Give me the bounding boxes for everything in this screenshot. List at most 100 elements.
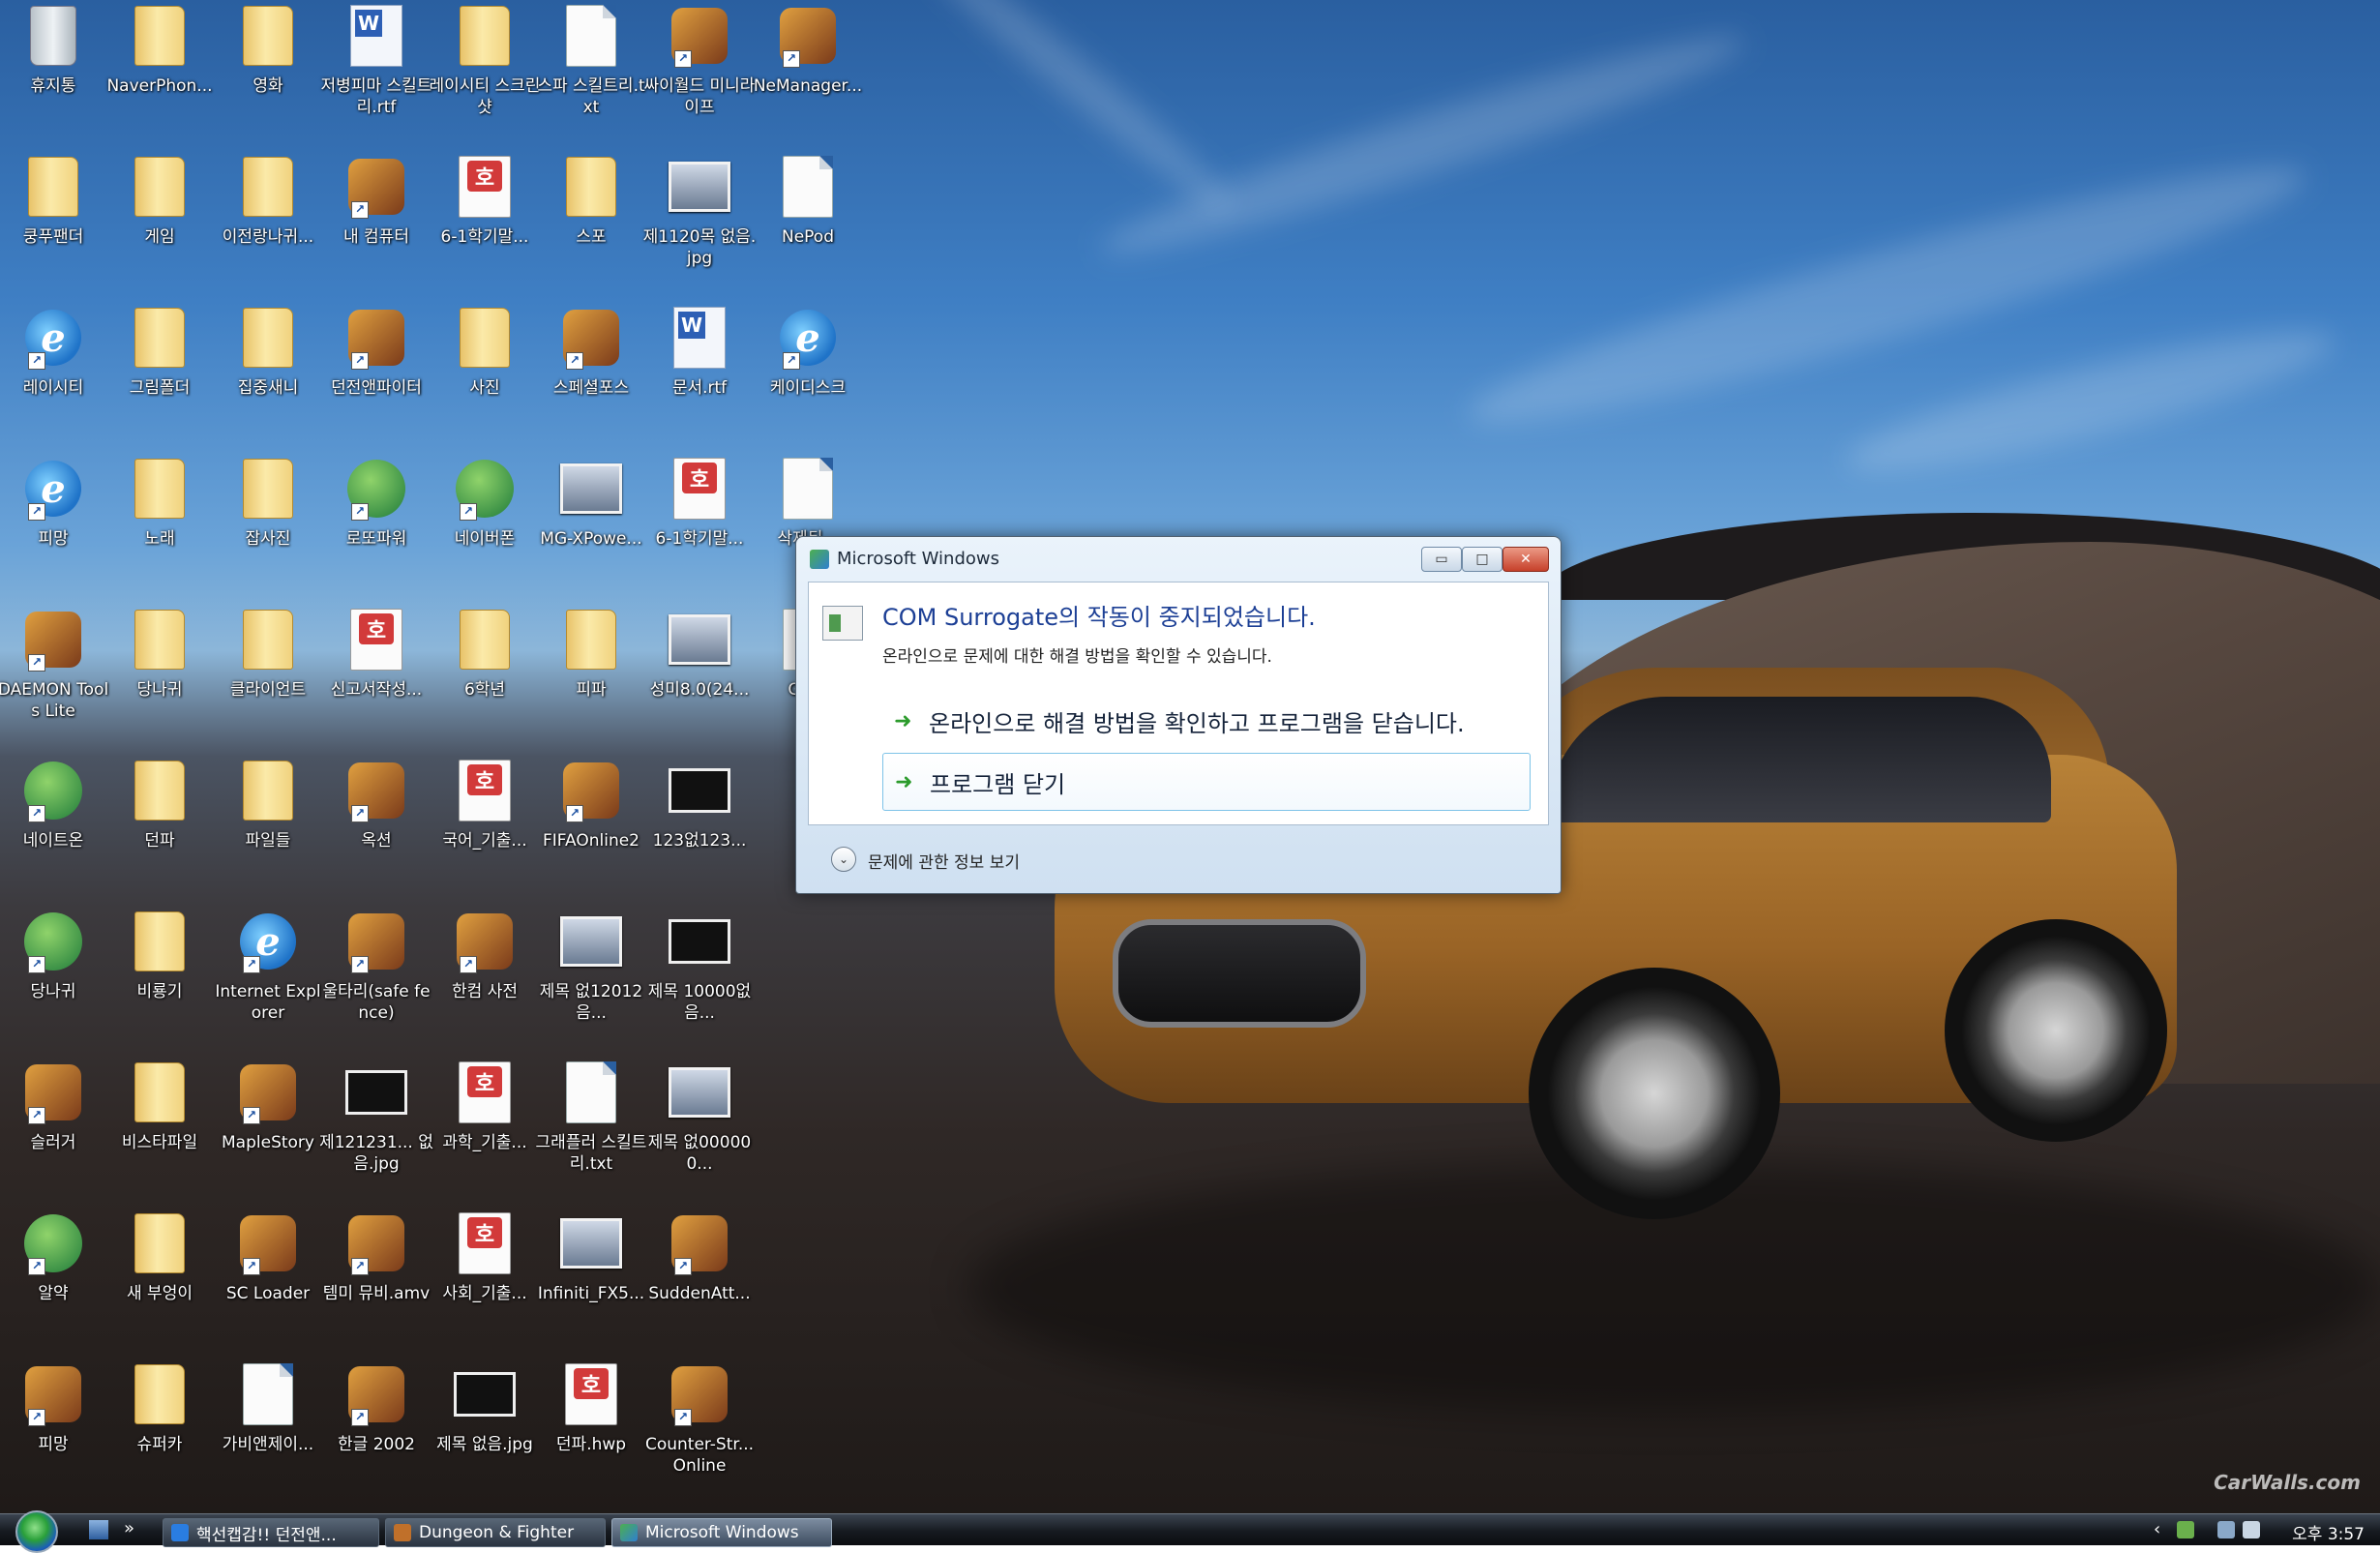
- desktop-icon[interactable]: e ↗ Internet Explorer: [215, 906, 321, 1057]
- desktop-icon[interactable]: 레이시티 스크린샷: [430, 0, 540, 151]
- start-button[interactable]: [15, 1510, 58, 1553]
- desktop-icon[interactable]: 제목 10000없음...: [646, 906, 753, 1057]
- desktop-icon[interactable]: 제목 없12012음...: [538, 906, 644, 1057]
- desktop-icon[interactable]: ↗ 네이버폰: [431, 453, 538, 604]
- desktop-icon[interactable]: 제121231... 없음.jpg: [319, 1057, 433, 1208]
- hwp-document-icon: 호: [454, 1211, 516, 1275]
- desktop-icon[interactable]: ↗ 한글 2002: [323, 1359, 430, 1509]
- desktop-icon[interactable]: e ↗ 피망: [0, 453, 106, 604]
- desktop-icon[interactable]: ↗ SC Loader: [215, 1208, 321, 1359]
- desktop-icon[interactable]: ↗ 울타리(safe fence): [322, 906, 431, 1057]
- desktop-icon[interactable]: 휴지통: [0, 0, 106, 151]
- check-online-option[interactable]: ➜ 온라인으로 해결 방법을 확인하고 프로그램을 닫습니다.: [882, 693, 1529, 749]
- desktop-icon[interactable]: 잡사진: [215, 453, 321, 604]
- folder-icon: [129, 759, 191, 822]
- desktop-icon[interactable]: ↗ 던전앤파이터: [323, 302, 430, 453]
- desktop-icon[interactable]: 던파: [106, 755, 213, 906]
- desktop-icon[interactable]: ↗ 로또파워: [323, 453, 430, 604]
- desktop-icon[interactable]: Infiniti_FX5...: [538, 1208, 644, 1359]
- close-program-label: 프로그램 닫기: [930, 770, 1066, 798]
- maximize-button[interactable]: □: [1462, 547, 1502, 572]
- tray-expand-button[interactable]: ‹: [2154, 1519, 2160, 1539]
- desktop-icon[interactable]: 호 6-1학기말...: [431, 151, 538, 302]
- desktop-icon[interactable]: ↗ 한컴 사전: [431, 906, 538, 1057]
- desktop-icon[interactable]: 슈퍼카: [106, 1359, 213, 1509]
- desktop-icon[interactable]: 호 6-1학기말...: [646, 453, 753, 604]
- desktop-icon[interactable]: ↗ NeManager...: [754, 0, 862, 151]
- close-program-option[interactable]: ➜ 프로그램 닫기: [882, 753, 1531, 811]
- desktop-icon[interactable]: ↗ 템미 뮤비.amv: [323, 1208, 430, 1359]
- desktop-icon[interactable]: 그래플러 스킬트리.txt: [536, 1057, 646, 1208]
- quicklaunch-more-button[interactable]: »: [124, 1520, 143, 1539]
- desktop-icon[interactable]: e ↗ 레이시티: [0, 302, 106, 453]
- desktop-icon[interactable]: 피파: [538, 604, 644, 755]
- desktop-icon[interactable]: ↗ 스페셜포스: [538, 302, 644, 453]
- desktop-icon[interactable]: 123없123...: [646, 755, 753, 906]
- desktop-icon[interactable]: 집중새니: [215, 302, 321, 453]
- desktop-icon[interactable]: ↗ 피망: [0, 1359, 106, 1509]
- close-button[interactable]: ✕: [1502, 547, 1549, 572]
- desktop-icon-label: 그래플러 스킬트리.txt: [535, 1133, 647, 1174]
- desktop-icon[interactable]: 노래: [106, 453, 213, 604]
- desktop-icon[interactable]: 6학년: [431, 604, 538, 755]
- desktop-icon[interactable]: 이전랑나귀...: [215, 151, 321, 302]
- chevron-down-icon[interactable]: ⌄: [831, 847, 856, 872]
- desktop-icon[interactable]: NePod: [755, 151, 861, 302]
- volume-tray-icon[interactable]: [2243, 1521, 2260, 1538]
- desktop-icon[interactable]: 호 사회_기출...: [431, 1208, 538, 1359]
- desktop-icon[interactable]: e ↗ 케이디스크: [755, 302, 861, 453]
- pen-tray-icon[interactable]: [2177, 1521, 2194, 1538]
- desktop-icon[interactable]: 호 던파.hwp: [538, 1359, 644, 1509]
- taskbar-button-microsoft-windows[interactable]: Microsoft Windows: [611, 1518, 832, 1547]
- taskbar-button-dungeon-hack[interactable]: 핵선캡감!! 던전앤...: [163, 1518, 379, 1547]
- desktop-icon[interactable]: ↗ 내 컴퓨터: [323, 151, 430, 302]
- desktop-icon[interactable]: 비룡기: [106, 906, 213, 1057]
- desktop-icon[interactable]: ↗ 슬러거: [0, 1057, 106, 1208]
- desktop-icon[interactable]: 사진: [431, 302, 538, 453]
- desktop-icon[interactable]: 스파 스킬트리.txt: [537, 0, 645, 151]
- desktop-icon[interactable]: ↗ 알약: [0, 1208, 106, 1359]
- desktop-icon[interactable]: 그림폴더: [106, 302, 213, 453]
- desktop-icon[interactable]: 파일들: [215, 755, 321, 906]
- document-icon: [777, 155, 839, 219]
- desktop-icon-label: 옥션: [361, 831, 392, 851]
- clock[interactable]: 오후 3:57: [2292, 1520, 2365, 1544]
- desktop-icon[interactable]: ↗ DAEMON Tools Lite: [0, 604, 108, 755]
- desktop-icon[interactable]: 쿵푸팬더: [0, 151, 106, 302]
- desktop-icon[interactable]: W 문서.rtf: [646, 302, 753, 453]
- minimize-button[interactable]: ▭: [1421, 547, 1462, 572]
- desktop-icon[interactable]: 새 부엉이: [106, 1208, 213, 1359]
- desktop-icon[interactable]: ↗ 네이트온: [0, 755, 106, 906]
- dialog-titlebar[interactable]: Microsoft Windows ▭ □ ✕: [796, 537, 1561, 582]
- desktop-icon[interactable]: ↗ 싸이월드 미니라이프: [644, 0, 755, 151]
- desktop-icon[interactable]: 당나귀: [106, 604, 213, 755]
- desktop-icon[interactable]: 제1120목 없음.jpg: [643, 151, 756, 302]
- desktop-icon[interactable]: 클라이언트: [215, 604, 321, 755]
- network-tray-icon[interactable]: [2217, 1521, 2235, 1538]
- app-icon: ↗: [22, 1060, 84, 1124]
- desktop-icon[interactable]: ↗ 옥션: [323, 755, 430, 906]
- desktop-icon[interactable]: 제목 없000000...: [646, 1057, 753, 1208]
- desktop-icon[interactable]: 가비앤제이...: [215, 1359, 321, 1509]
- desktop-icon[interactable]: ↗ MapleStory: [215, 1057, 321, 1208]
- desktop-icon[interactable]: 호 과학_기출...: [431, 1057, 538, 1208]
- desktop-icon[interactable]: ↗ Counter-Str... Online: [645, 1359, 754, 1509]
- desktop-icon[interactable]: ↗ SuddenAtt...: [646, 1208, 753, 1359]
- view-problem-details[interactable]: 문제에 관한 정보 보기: [868, 849, 1020, 873]
- desktop-icon[interactable]: NaverPhon...: [106, 0, 213, 151]
- desktop-icon[interactable]: 영화: [215, 0, 321, 151]
- desktop-icon[interactable]: ↗ 당나귀: [0, 906, 106, 1057]
- desktop-icon[interactable]: 호 국어_기출...: [431, 755, 538, 906]
- show-desktop-icon[interactable]: [89, 1520, 108, 1539]
- desktop-icon[interactable]: 제목 없음.jpg: [431, 1359, 538, 1509]
- desktop-icon[interactable]: 스포: [538, 151, 644, 302]
- desktop-icon[interactable]: 호 신고서작성...: [323, 604, 430, 755]
- desktop-icon[interactable]: ↗ FIFAOnline2: [538, 755, 644, 906]
- desktop-icon-label: 성미8.0(24...: [649, 680, 750, 700]
- taskbar-button-dungeon-fighter[interactable]: Dungeon & Fighter: [385, 1518, 606, 1547]
- desktop-icon[interactable]: 성미8.0(24...: [646, 604, 753, 755]
- desktop-icon[interactable]: 게임: [106, 151, 213, 302]
- desktop-icon[interactable]: W 저병피마 스킬트리.rtf: [321, 0, 431, 151]
- desktop-icon[interactable]: 비스타파일: [106, 1057, 213, 1208]
- desktop-icon[interactable]: MG-XPowe...: [538, 453, 644, 604]
